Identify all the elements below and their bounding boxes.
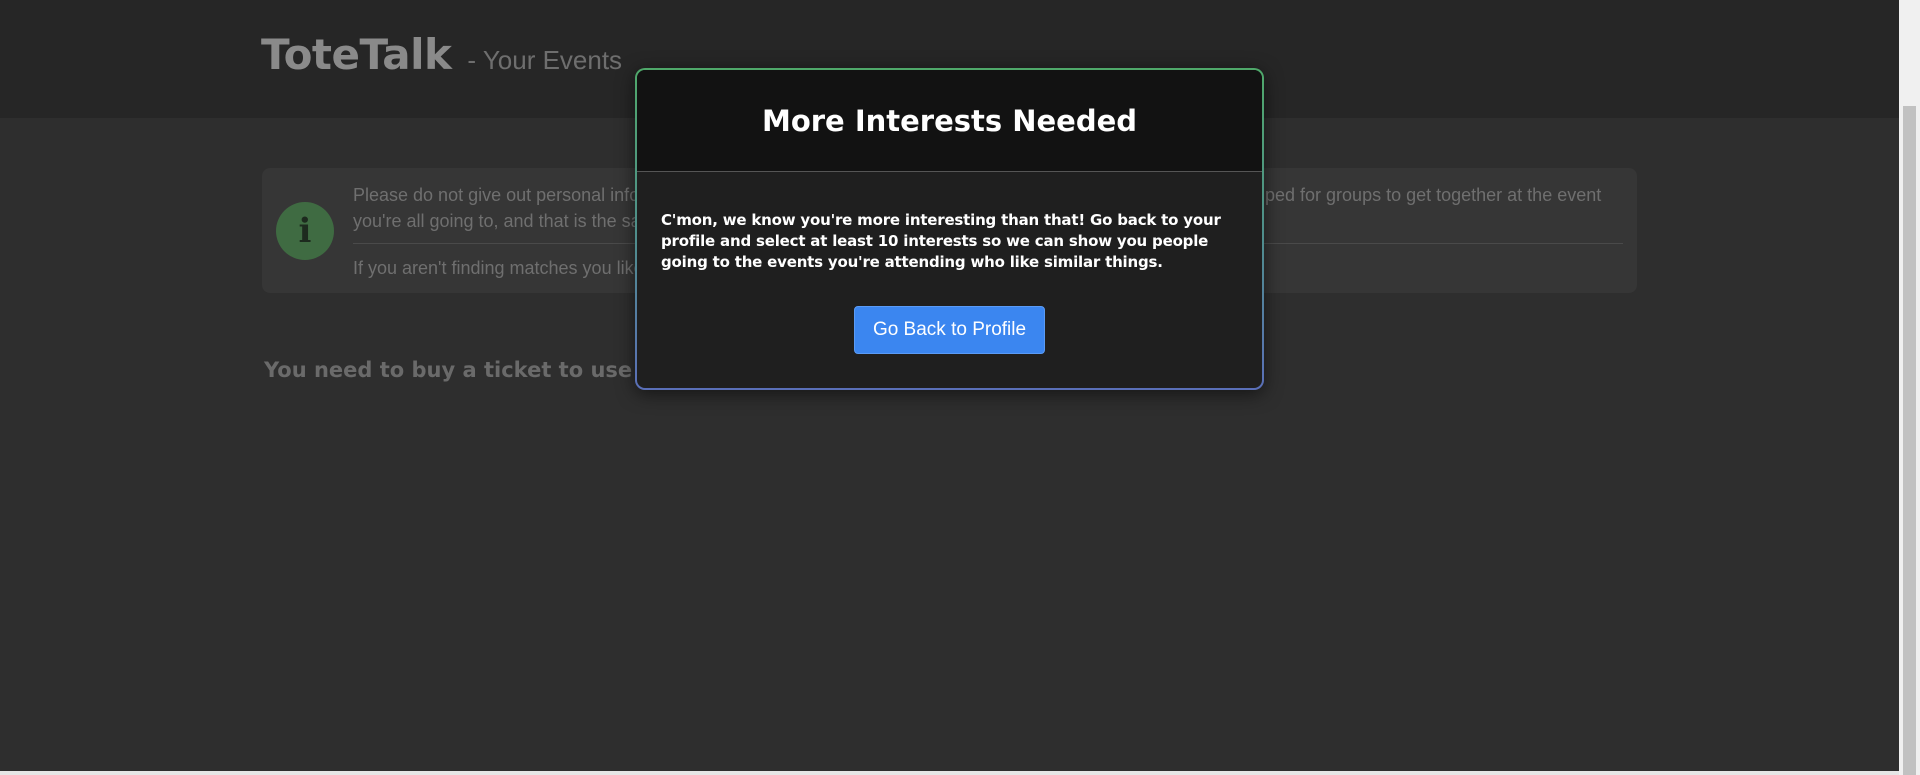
modal-content: More Interests Needed C'mon, we know you… [637, 70, 1262, 388]
info-line-3: If you aren't finding matches you like [353, 258, 644, 278]
go-back-to-profile-button[interactable]: Go Back to Profile [854, 306, 1045, 354]
interests-modal: More Interests Needed C'mon, we know you… [635, 68, 1264, 390]
info-line-1: Please do not give out personal infor [353, 185, 646, 205]
brand-title[interactable]: ToteTalk [261, 30, 452, 79]
info-line-1-end: ped for groups to get together at the ev… [1265, 185, 1602, 205]
brand: ToteTalk - Your Events [261, 30, 622, 79]
scrollbar-thumb[interactable] [1903, 106, 1916, 775]
page-subtitle: - Your Events [467, 45, 623, 75]
info-icon: i [276, 202, 334, 260]
page-scrollbar[interactable] [1899, 0, 1920, 775]
ticket-notice: You need to buy a ticket to use this [264, 358, 685, 382]
bottom-strip [0, 771, 1899, 775]
modal-body-text: C'mon, we know you're more interesting t… [661, 211, 1221, 271]
modal-title: More Interests Needed [761, 103, 1138, 138]
modal-header: More Interests Needed [637, 70, 1262, 172]
